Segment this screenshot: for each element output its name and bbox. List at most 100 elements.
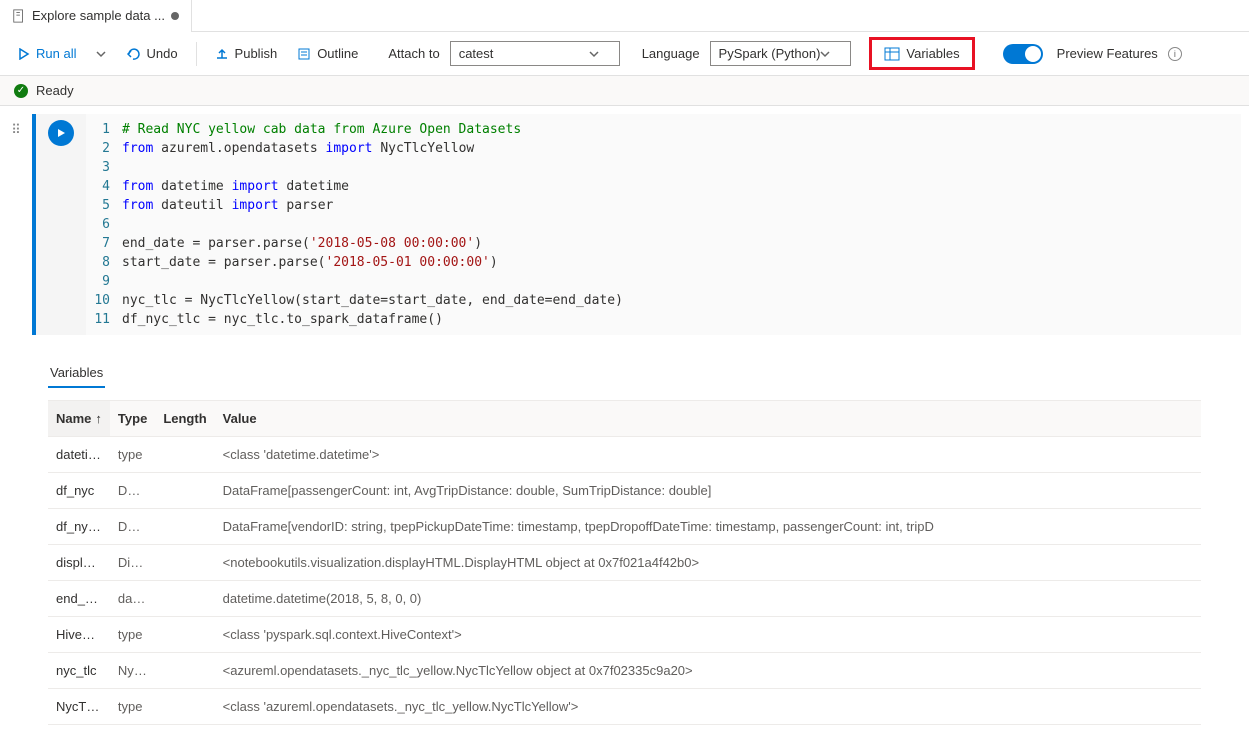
cell-length bbox=[155, 473, 214, 509]
run-cell-button[interactable] bbox=[48, 120, 74, 146]
code-line: 11df_nyc_tlc = nyc_tlc.to_spark_datafram… bbox=[86, 310, 1241, 329]
cell-value: <class 'datetime.datetime'> bbox=[215, 437, 1201, 473]
table-row[interactable]: end_datedatetimedatetime.datetime(2018, … bbox=[48, 581, 1201, 617]
cell-name: nyc_tlc bbox=[48, 653, 110, 689]
col-value[interactable]: Value bbox=[215, 401, 1201, 437]
col-length[interactable]: Length bbox=[155, 401, 214, 437]
variables-icon bbox=[884, 47, 900, 61]
code-content: start_date = parser.parse('2018-05-01 00… bbox=[122, 253, 498, 272]
notebook-icon bbox=[12, 9, 26, 23]
cell-name: HiveContext bbox=[48, 617, 110, 653]
run-all-label: Run all bbox=[36, 46, 76, 61]
table-row[interactable]: df_nycDataFrameDataFrame[passengerCount:… bbox=[48, 473, 1201, 509]
code-line: 7end_date = parser.parse('2018-05-08 00:… bbox=[86, 234, 1241, 253]
line-number: 6 bbox=[86, 215, 122, 234]
separator bbox=[196, 42, 197, 66]
code-content: from azureml.opendatasets import NycTlcY… bbox=[122, 139, 474, 158]
ready-check-icon: ✓ bbox=[14, 84, 28, 98]
cell-name: displayHTML bbox=[48, 545, 110, 581]
code-content: from dateutil import parser bbox=[122, 196, 333, 215]
table-row[interactable]: HiveContexttype <class 'pyspark.sql.conte… bbox=[48, 617, 1201, 653]
play-icon bbox=[56, 128, 66, 138]
cell-length bbox=[155, 545, 214, 581]
code-line: 3 bbox=[86, 158, 1241, 177]
variables-button[interactable]: Variables bbox=[869, 37, 974, 70]
attach-to-label: Attach to bbox=[388, 46, 439, 61]
cell-length bbox=[155, 653, 214, 689]
undo-button[interactable]: Undo bbox=[118, 42, 185, 65]
table-row[interactable]: displayHTMLDisplayHTML<notebookutils.vis… bbox=[48, 545, 1201, 581]
code-cell: 1# Read NYC yellow cab data from Azure O… bbox=[32, 114, 1241, 335]
col-type[interactable]: Type bbox=[110, 401, 155, 437]
cell-type: type bbox=[110, 689, 155, 725]
cell-value: <class 'pyspark.sql.context.HiveContext'… bbox=[215, 617, 1201, 653]
code-line: 4from datetime import datetime bbox=[86, 177, 1241, 196]
publish-label: Publish bbox=[235, 46, 278, 61]
chevron-down-icon bbox=[820, 49, 830, 59]
code-line: 10nyc_tlc = NycTlcYellow(start_date=star… bbox=[86, 291, 1241, 310]
code-line: 5from dateutil import parser bbox=[86, 196, 1241, 215]
cell-value: DataFrame[vendorID: string, tpepPickupDa… bbox=[215, 509, 1201, 545]
table-row[interactable]: NycTlcYellowtype<class 'azureml.opendata… bbox=[48, 689, 1201, 725]
cell-length bbox=[155, 581, 214, 617]
variables-tab[interactable]: Variables bbox=[48, 359, 105, 388]
table-header-row: Name↑ Type Length Value bbox=[48, 401, 1201, 437]
cell-name: end_date bbox=[48, 581, 110, 617]
line-number: 11 bbox=[86, 310, 122, 329]
code-line: 2from azureml.opendatasets import NycTlc… bbox=[86, 139, 1241, 158]
outline-button[interactable]: Outline bbox=[289, 42, 366, 65]
language-select[interactable]: PySpark (Python) bbox=[710, 41, 852, 66]
cell-type: DataFrame bbox=[110, 473, 155, 509]
table-row[interactable]: datetimetype<class 'datetime.datetime'> bbox=[48, 437, 1201, 473]
run-all-button[interactable]: Run all bbox=[10, 42, 84, 65]
variables-label: Variables bbox=[906, 46, 959, 61]
cell-type: DataFrame bbox=[110, 509, 155, 545]
code-line: 9 bbox=[86, 272, 1241, 291]
toolbar: Run all Undo Publish Outline Attach to c… bbox=[0, 32, 1249, 76]
code-editor[interactable]: 1# Read NYC yellow cab data from Azure O… bbox=[86, 114, 1241, 335]
status-text: Ready bbox=[36, 83, 74, 98]
cell-value: <azureml.opendatasets._nyc_tlc_yellow.Ny… bbox=[215, 653, 1201, 689]
chevron-down-icon bbox=[589, 49, 599, 59]
cell-length bbox=[155, 689, 214, 725]
cell-type: type bbox=[110, 437, 155, 473]
preview-features-toggle[interactable] bbox=[1003, 44, 1043, 64]
line-number: 8 bbox=[86, 253, 122, 272]
sort-asc-icon: ↑ bbox=[95, 411, 102, 426]
line-number: 3 bbox=[86, 158, 122, 177]
code-content: end_date = parser.parse('2018-05-08 00:0… bbox=[122, 234, 482, 253]
line-number: 7 bbox=[86, 234, 122, 253]
code-content: # Read NYC yellow cab data from Azure Op… bbox=[122, 120, 521, 139]
code-line: 8start_date = parser.parse('2018-05-01 0… bbox=[86, 253, 1241, 272]
line-number: 10 bbox=[86, 291, 122, 310]
line-number: 9 bbox=[86, 272, 122, 291]
publish-button[interactable]: Publish bbox=[207, 42, 286, 65]
cell-value: <class 'azureml.opendatasets._nyc_tlc_ye… bbox=[215, 689, 1201, 725]
line-number: 5 bbox=[86, 196, 122, 215]
code-line: 1# Read NYC yellow cab data from Azure O… bbox=[86, 120, 1241, 139]
tab-title: Explore sample data ... bbox=[32, 8, 165, 23]
publish-icon bbox=[215, 47, 229, 61]
cell-name: df_nyc_tlc bbox=[48, 509, 110, 545]
cell-value: DataFrame[passengerCount: int, AvgTripDi… bbox=[215, 473, 1201, 509]
cell-drag-handle[interactable]: ⠿ bbox=[0, 114, 32, 335]
cell-gutter bbox=[36, 114, 86, 335]
unsaved-indicator-icon bbox=[171, 12, 179, 20]
code-line: 6 bbox=[86, 215, 1241, 234]
notebook-tab[interactable]: Explore sample data ... bbox=[0, 0, 192, 32]
code-content: nyc_tlc = NycTlcYellow(start_date=start_… bbox=[122, 291, 623, 310]
line-number: 1 bbox=[86, 120, 122, 139]
outline-label: Outline bbox=[317, 46, 358, 61]
language-label: Language bbox=[642, 46, 700, 61]
cell-length bbox=[155, 437, 214, 473]
language-value: PySpark (Python) bbox=[719, 46, 821, 61]
attach-to-select[interactable]: catest bbox=[450, 41, 620, 66]
table-row[interactable]: nyc_tlcNycTlcYellow<azureml.opendatasets… bbox=[48, 653, 1201, 689]
table-row[interactable]: df_nyc_tlcDataFrame DataFrame[vendorID: s… bbox=[48, 509, 1201, 545]
col-name[interactable]: Name↑ bbox=[48, 401, 110, 437]
run-all-dropdown[interactable] bbox=[88, 45, 114, 63]
variables-panel: Variables Name↑ Type Length Value dateti… bbox=[0, 335, 1249, 733]
info-icon[interactable]: i bbox=[1168, 47, 1182, 61]
cell-type: type bbox=[110, 617, 155, 653]
line-number: 2 bbox=[86, 139, 122, 158]
